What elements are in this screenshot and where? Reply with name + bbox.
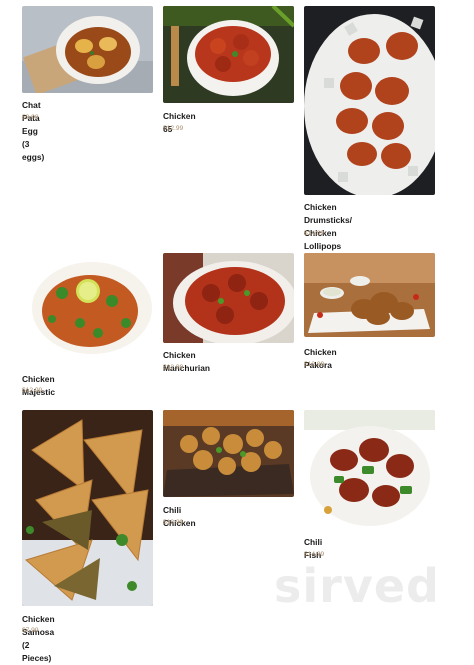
item-price: $12.99 [163, 125, 184, 132]
item-price: $7.99 [22, 627, 39, 634]
food-photo-chicken-pakora[interactable] [304, 253, 435, 337]
item-price: $12.99 [163, 364, 184, 371]
item-name-line-2: Lollipops [304, 241, 342, 251]
item-name: Chili Chicken [163, 505, 196, 528]
food-photo-chicken-manchurian[interactable] [163, 253, 294, 343]
item-price: $14.99 [304, 230, 325, 237]
item-price: $9.99 [22, 114, 39, 121]
item-name: Chicken Pakora [304, 347, 337, 370]
item-price: $12.99 [304, 361, 325, 368]
food-photo-chat-pata-egg[interactable] [22, 6, 153, 93]
sirved-watermark: sirved [274, 559, 440, 613]
item-price: $12.99 [22, 387, 43, 394]
food-photo-chicken-drumsticks[interactable] [304, 6, 435, 195]
item-name: Chicken Drumsticks/ Chicken Lollipops [304, 201, 352, 253]
food-photo-chicken-majestic[interactable] [22, 253, 153, 363]
food-photo-chili-fish[interactable] [304, 410, 435, 530]
item-name: Chicken Manchurian [163, 350, 210, 373]
item-price: $12.99 [163, 519, 184, 526]
item-name: Chicken Samosa (2 Pieces) [22, 614, 55, 663]
item-name: Chat Pata Egg (3 eggs) [22, 100, 45, 162]
food-photo-chicken-65[interactable] [163, 6, 294, 103]
item-name: Chicken Majestic [22, 374, 56, 397]
food-photo-chicken-samosa[interactable] [22, 410, 153, 606]
food-photo-chili-chicken[interactable] [163, 410, 294, 497]
item-name: Chicken 65 [163, 111, 196, 134]
